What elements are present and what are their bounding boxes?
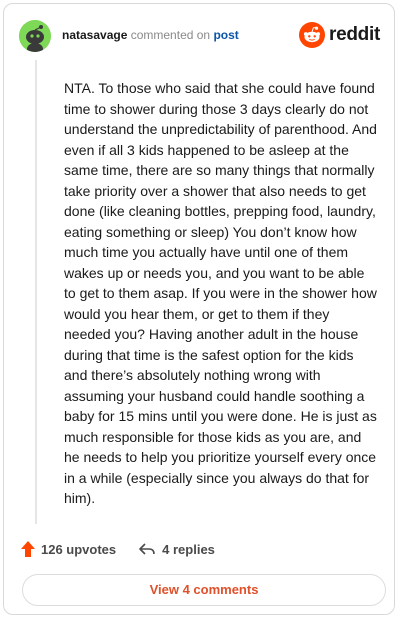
reply-count[interactable]: 4 replies <box>162 542 215 557</box>
upvote-arrow-icon[interactable] <box>20 540 36 558</box>
snoo-avatar-icon[interactable] <box>19 20 51 52</box>
comment-actions: 126 upvotes 4 replies <box>20 540 215 558</box>
username[interactable]: natasavage <box>62 28 127 42</box>
reddit-logo-icon <box>299 22 326 48</box>
upvote-count[interactable]: 126 upvotes <box>41 542 116 557</box>
view-comments-button[interactable]: View 4 comments <box>22 574 386 606</box>
comment-header: natasavage commented on post <box>62 27 239 43</box>
logo-text: reddit <box>329 24 380 45</box>
comment-card: natasavage commented on post reddit NTA.… <box>3 3 395 615</box>
reddit-logo[interactable]: reddit <box>299 22 380 48</box>
comment-body: NTA. To those who said that she could ha… <box>64 80 377 506</box>
thread-line[interactable] <box>35 60 37 524</box>
post-link[interactable]: post <box>213 28 238 42</box>
action-text: commented on <box>130 28 211 42</box>
reply-arrow-icon[interactable] <box>138 542 156 556</box>
